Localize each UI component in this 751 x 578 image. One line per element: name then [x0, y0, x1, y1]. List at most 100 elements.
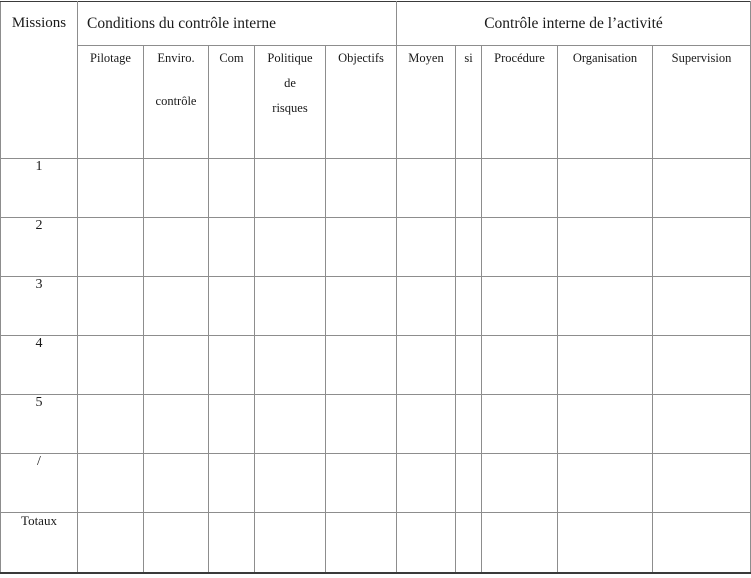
- data-cell-enviro-controle[interactable]: [143, 453, 209, 513]
- total-cell-si[interactable]: [455, 512, 482, 574]
- total-cell-supervision[interactable]: [651, 512, 751, 574]
- data-cell-supervision[interactable]: [651, 335, 751, 395]
- column-header-procedure: Procédure: [481, 45, 558, 159]
- data-cell-supervision[interactable]: [651, 158, 751, 218]
- data-cell-pilotage[interactable]: [77, 453, 144, 513]
- total-cell-enviro-controle[interactable]: [143, 512, 209, 574]
- data-cell-procedure[interactable]: [481, 217, 558, 277]
- data-cell-objectifs[interactable]: [325, 453, 397, 513]
- data-cell-politique-de-risques[interactable]: [254, 217, 326, 277]
- total-cell-pilotage[interactable]: [77, 512, 144, 574]
- group-header-label-0: Conditions du contrôle interne: [87, 15, 276, 32]
- data-cell-politique-de-risques[interactable]: [254, 394, 326, 454]
- row-label-cell: /: [0, 453, 78, 513]
- data-cell-pilotage[interactable]: [77, 158, 144, 218]
- data-cell-organisation[interactable]: [557, 394, 653, 454]
- data-cell-politique-de-risques[interactable]: [254, 276, 326, 336]
- data-cell-procedure[interactable]: [481, 335, 558, 395]
- data-cell-politique-de-risques[interactable]: [254, 453, 326, 513]
- data-cell-moyen[interactable]: [396, 217, 456, 277]
- row-label: Totaux: [21, 513, 57, 528]
- data-cell-si[interactable]: [455, 276, 482, 336]
- data-cell-enviro-controle[interactable]: [143, 335, 209, 395]
- column-header-label-organisation: Organisation: [572, 51, 638, 65]
- header-cell-missions: Missions: [0, 1, 78, 159]
- data-cell-si[interactable]: [455, 217, 482, 277]
- data-cell-supervision[interactable]: [651, 394, 751, 454]
- data-cell-supervision[interactable]: [651, 217, 751, 277]
- data-cell-com[interactable]: [208, 217, 255, 277]
- total-cell-com[interactable]: [208, 512, 255, 574]
- data-cell-organisation[interactable]: [557, 158, 653, 218]
- data-cell-procedure[interactable]: [481, 453, 558, 513]
- data-cell-moyen[interactable]: [396, 158, 456, 218]
- data-cell-objectifs[interactable]: [325, 158, 397, 218]
- data-cell-organisation[interactable]: [557, 453, 653, 513]
- column-header-objectifs: Objectifs: [325, 45, 397, 159]
- column-header-com: Com: [208, 45, 255, 159]
- data-cell-objectifs[interactable]: [325, 276, 397, 336]
- data-cell-politique-de-risques[interactable]: [254, 158, 326, 218]
- row-label: 1: [35, 159, 43, 175]
- data-cell-com[interactable]: [208, 158, 255, 218]
- column-header-label-si: si: [464, 51, 473, 65]
- data-cell-pilotage[interactable]: [77, 276, 144, 336]
- data-cell-enviro-controle[interactable]: [143, 394, 209, 454]
- column-header-label-enviro-controle: Enviro. contrôle: [155, 51, 197, 108]
- data-cell-si[interactable]: [455, 158, 482, 218]
- data-cell-pilotage[interactable]: [77, 217, 144, 277]
- data-cell-procedure[interactable]: [481, 276, 558, 336]
- column-header-pilotage: Pilotage: [77, 45, 144, 159]
- data-cell-com[interactable]: [208, 394, 255, 454]
- row-label-cell: 1: [0, 158, 78, 218]
- column-header-label-com: Com: [219, 51, 244, 65]
- total-cell-procedure[interactable]: [481, 512, 558, 574]
- column-header-label-objectifs: Objectifs: [338, 51, 384, 65]
- total-cell-objectifs[interactable]: [325, 512, 397, 574]
- row-label: 2: [35, 218, 43, 234]
- table-group-header-row: Missions Conditions du contrôle interne …: [0, 1, 751, 159]
- data-cell-si[interactable]: [455, 453, 482, 513]
- group-header-controle-interne-activite: Contrôle interne de l’activité: [395, 1, 751, 46]
- total-cell-moyen[interactable]: [396, 512, 456, 574]
- data-cell-moyen[interactable]: [396, 453, 456, 513]
- data-cell-si[interactable]: [455, 394, 482, 454]
- data-cell-objectifs[interactable]: [325, 335, 397, 395]
- data-cell-com[interactable]: [208, 453, 255, 513]
- row-label: 5: [35, 395, 43, 411]
- data-cell-supervision[interactable]: [651, 453, 751, 513]
- data-cell-com[interactable]: [208, 276, 255, 336]
- data-cell-enviro-controle[interactable]: [143, 217, 209, 277]
- data-cell-moyen[interactable]: [396, 276, 456, 336]
- data-cell-organisation[interactable]: [557, 217, 653, 277]
- data-cell-com[interactable]: [208, 335, 255, 395]
- data-cell-pilotage[interactable]: [77, 335, 144, 395]
- data-cell-pilotage[interactable]: [77, 394, 144, 454]
- table-row: 1: [0, 158, 751, 218]
- data-cell-enviro-controle[interactable]: [143, 158, 209, 218]
- column-header-supervision: Supervision: [651, 45, 751, 159]
- data-cell-moyen[interactable]: [396, 335, 456, 395]
- table-totals-row: Totaux: [0, 512, 751, 574]
- total-cell-organisation[interactable]: [557, 512, 653, 574]
- data-cell-procedure[interactable]: [481, 394, 558, 454]
- data-cell-enviro-controle[interactable]: [143, 276, 209, 336]
- row-label-cell: 4: [0, 335, 78, 395]
- table-row: /: [0, 453, 751, 513]
- data-cell-politique-de-risques[interactable]: [254, 335, 326, 395]
- row-label: 4: [35, 336, 43, 352]
- data-cell-objectifs[interactable]: [325, 217, 397, 277]
- data-cell-organisation[interactable]: [557, 276, 653, 336]
- data-cell-moyen[interactable]: [396, 394, 456, 454]
- column-header-si: si: [455, 45, 482, 159]
- header-label-missions: Missions: [11, 15, 67, 31]
- total-cell-politique-de-risques[interactable]: [254, 512, 326, 574]
- data-cell-si[interactable]: [455, 335, 482, 395]
- data-cell-organisation[interactable]: [557, 335, 653, 395]
- data-cell-procedure[interactable]: [481, 158, 558, 218]
- data-cell-objectifs[interactable]: [325, 394, 397, 454]
- row-label-cell: 3: [0, 276, 78, 336]
- data-cell-supervision[interactable]: [651, 276, 751, 336]
- row-label: /: [37, 454, 41, 470]
- column-header-enviro-controle: Enviro. contrôle: [143, 45, 209, 159]
